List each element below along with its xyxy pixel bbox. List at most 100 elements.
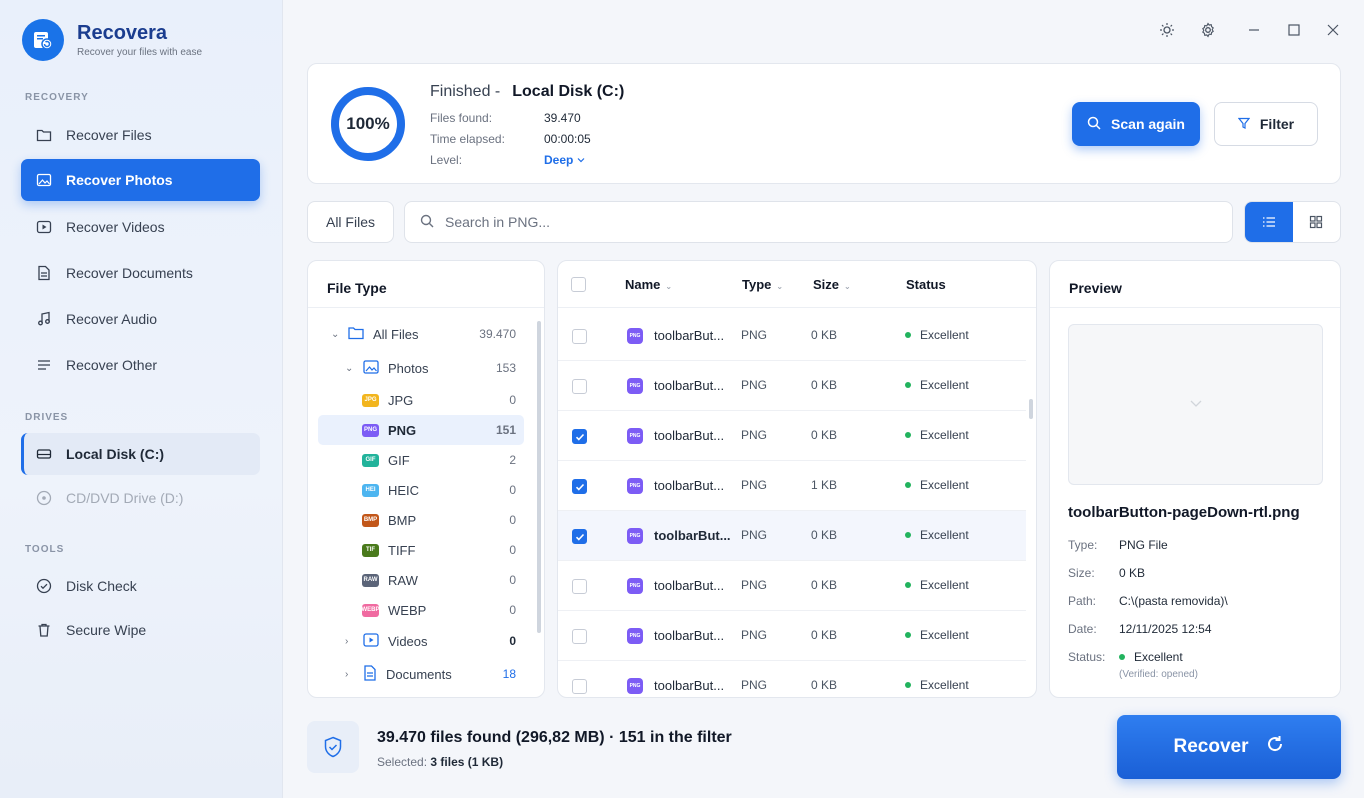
png-file-icon: PNG: [627, 628, 643, 644]
sidebar-item-recover-audio[interactable]: Recover Audio: [21, 298, 260, 340]
sidebar-item-disk-check[interactable]: Disk Check: [21, 565, 260, 607]
preview-status-label: Status:: [1068, 650, 1106, 664]
tree-item-gif[interactable]: GIF GIF 2: [318, 445, 524, 475]
tree-label: JPG: [388, 392, 414, 408]
check-circle-icon: [36, 578, 52, 594]
status-dot: [905, 382, 911, 388]
tree-scrollbar[interactable]: [537, 321, 541, 633]
sidebar-item-label: CD/DVD Drive (D:): [66, 490, 184, 506]
sidebar: Recovera Recover your files with ease RE…: [0, 0, 283, 798]
column-status[interactable]: Status: [906, 277, 946, 292]
level-dropdown[interactable]: Deep: [544, 153, 585, 167]
table-row[interactable]: PNG toolbarBut... PNG 0 KB Excellent: [558, 661, 1026, 697]
sidebar-item-recover-videos[interactable]: Recover Videos: [21, 206, 260, 248]
tree-item-documents[interactable]: › Documents 18: [318, 659, 524, 689]
column-name[interactable]: Name ⌄: [625, 277, 672, 292]
status-text: Excellent: [920, 628, 969, 642]
preview-status-note: (Verified: opened): [1119, 669, 1198, 680]
tree-label: WEBP: [388, 602, 427, 618]
preview-panel: Preview toolbarButton-pageDown-rtl.png T…: [1049, 260, 1341, 698]
table-row[interactable]: PNG toolbarBut... PNG 0 KB Excellent: [558, 611, 1026, 661]
search-box[interactable]: [404, 201, 1233, 243]
tree-item-webp[interactable]: WEBP WEBP 0: [318, 595, 524, 625]
sidebar-item-label: Recover Documents: [66, 265, 193, 281]
tree-item-tiff[interactable]: TIF TIFF 0: [318, 535, 524, 565]
tree-item-photos[interactable]: ⌄ Photos 153: [318, 353, 524, 383]
theme-toggle-sun-icon[interactable]: [1157, 20, 1177, 40]
recover-button[interactable]: Recover: [1117, 715, 1341, 779]
filter-button[interactable]: Filter: [1214, 102, 1318, 146]
list-view-icon[interactable]: [1245, 202, 1293, 242]
image-icon: [363, 359, 379, 377]
maximize-icon[interactable]: [1284, 20, 1304, 40]
sidebar-item-secure-wipe[interactable]: Secure Wipe: [21, 609, 260, 651]
sidebar-item-recover-documents[interactable]: Recover Documents: [21, 252, 260, 294]
table-row[interactable]: PNG toolbarBut... PNG 0 KB Excellent: [558, 311, 1026, 361]
sidebar-item-recover-photos[interactable]: Recover Photos: [21, 159, 260, 201]
tree-label: PNG: [388, 422, 417, 438]
table-row[interactable]: PNG toolbarBut... PNG 0 KB Excellent: [558, 511, 1026, 561]
tree-count: 153: [495, 361, 516, 375]
close-icon[interactable]: [1323, 20, 1343, 40]
row-checkbox[interactable]: [572, 679, 587, 694]
file-name: toolbarBut...: [654, 578, 725, 593]
sidebar-item-recover-other[interactable]: Recover Other: [21, 344, 260, 386]
status-text: Excellent: [920, 578, 969, 592]
tree-item-raw[interactable]: RAW RAW 0: [318, 565, 524, 595]
row-checkbox[interactable]: [572, 329, 587, 344]
time-elapsed-label: Time elapsed:: [430, 132, 505, 146]
filter-label: Filter: [1259, 116, 1295, 132]
file-status: Excellent: [905, 678, 969, 692]
sidebar-item-recover-files[interactable]: Recover Files: [21, 114, 260, 156]
select-all-checkbox[interactable]: [571, 277, 586, 292]
settings-gear-icon[interactable]: [1198, 20, 1218, 40]
tree-item-all-files[interactable]: ⌄ All Files 39.470: [318, 319, 524, 349]
tree-item-videos[interactable]: › Videos 0: [318, 626, 524, 656]
music-icon: [36, 311, 52, 327]
row-checkbox[interactable]: [572, 379, 587, 394]
level-value: Deep: [544, 153, 574, 167]
preview-size-value: 0 KB: [1119, 566, 1146, 580]
all-files-button[interactable]: All Files: [307, 201, 394, 243]
file-status: Excellent: [905, 578, 969, 592]
table-row[interactable]: PNG toolbarBut... PNG 0 KB Excellent: [558, 561, 1026, 611]
grid-view-icon[interactable]: [1293, 202, 1341, 242]
tree-count: 0: [509, 603, 516, 617]
row-checkbox-checked[interactable]: [572, 429, 587, 444]
preview-path-value: C:\(pasta removida)\: [1119, 594, 1228, 608]
table-row[interactable]: PNG toolbarBut... PNG 1 KB Excellent: [558, 461, 1026, 511]
tree-item-png[interactable]: PNG PNG 151: [318, 415, 524, 445]
list-scrollbar[interactable]: [1029, 399, 1033, 419]
row-checkbox-checked[interactable]: [572, 479, 587, 494]
row-checkbox[interactable]: [572, 629, 587, 644]
tree-label: GIF: [388, 452, 410, 468]
row-checkbox[interactable]: [572, 579, 587, 594]
recover-label: Recover: [1173, 736, 1249, 757]
sort-icon: ⌄: [844, 282, 851, 291]
minimize-icon[interactable]: [1244, 20, 1264, 40]
section-label-recovery: RECOVERY: [25, 92, 89, 103]
tree-count: 0: [509, 483, 516, 497]
search-input[interactable]: [445, 214, 1205, 230]
video-icon: [363, 632, 379, 650]
status-text: Excellent: [920, 678, 969, 692]
folder-icon: [36, 127, 52, 143]
scan-again-button[interactable]: Scan again: [1072, 102, 1200, 146]
app-subtitle: Recover your files with ease: [77, 47, 203, 58]
heic-file-icon: HEI: [362, 483, 379, 497]
level-label: Level:: [430, 153, 463, 167]
tree-item-heic[interactable]: HEI HEIC 0: [318, 475, 524, 505]
app-title: Recovera: [77, 22, 168, 44]
table-row[interactable]: PNG toolbarBut... PNG 0 KB Excellent: [558, 361, 1026, 411]
sidebar-item-local-disk[interactable]: Local Disk (C:): [21, 433, 260, 475]
tree-count: 0: [509, 543, 516, 557]
status-dot: [905, 682, 911, 688]
row-checkbox-checked[interactable]: [572, 529, 587, 544]
column-type[interactable]: Type ⌄: [742, 277, 783, 292]
file-type: PNG: [741, 478, 768, 492]
tree-item-jpg[interactable]: JPG JPG 0: [318, 385, 524, 415]
tree-item-bmp[interactable]: BMP BMP 0: [318, 505, 524, 535]
column-size[interactable]: Size ⌄: [813, 277, 851, 292]
table-row[interactable]: PNG toolbarBut... PNG 0 KB Excellent: [558, 411, 1026, 461]
file-type: PNG: [741, 428, 768, 442]
